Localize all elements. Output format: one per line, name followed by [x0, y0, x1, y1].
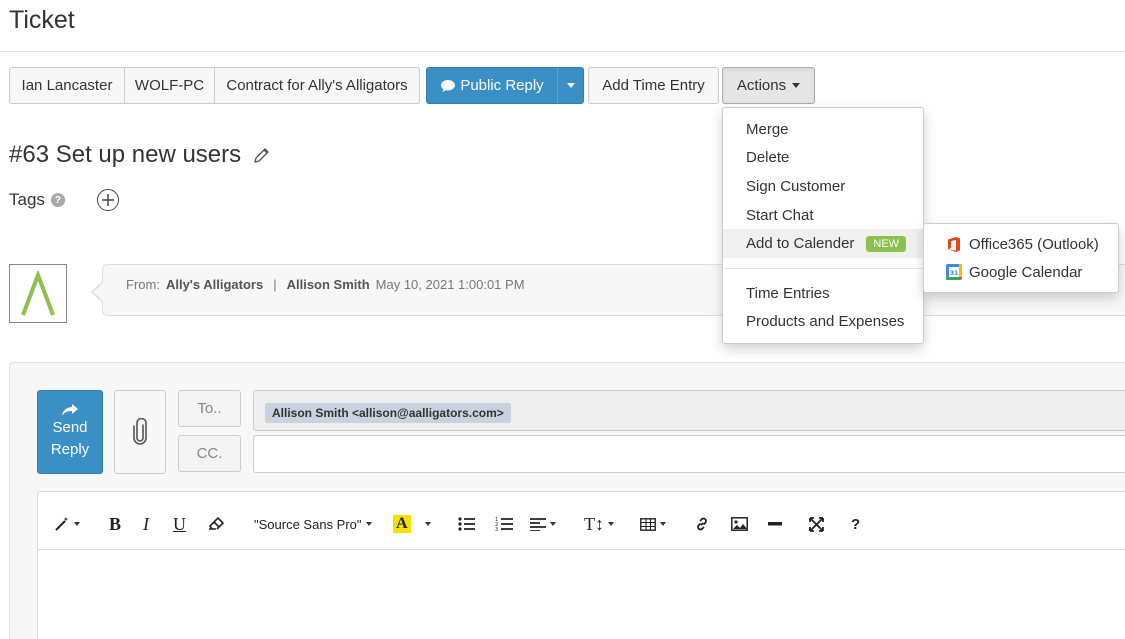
- to-recipients-field[interactable]: Allison Smith <allison@aalligators.com>: [253, 390, 1125, 431]
- cc-button[interactable]: CC.: [178, 435, 241, 472]
- page-title: Ticket: [9, 6, 75, 34]
- font-size-dropdown[interactable]: T↕: [584, 512, 614, 536]
- link-icon[interactable]: [694, 512, 710, 536]
- font-color-dropdown[interactable]: [425, 512, 431, 536]
- highlight-a-icon: A: [393, 515, 411, 533]
- font-family-dropdown[interactable]: "Source Sans Pro": [254, 512, 372, 536]
- text-height-icon: T↕: [584, 513, 604, 534]
- menu-divider: [724, 268, 924, 269]
- help-icon[interactable]: ?: [851, 512, 860, 536]
- chevron-down-icon: [608, 522, 614, 526]
- table-dropdown[interactable]: [640, 512, 666, 536]
- menu-item-start-chat[interactable]: Start Chat: [723, 201, 923, 230]
- google-calendar-icon: 31: [946, 264, 962, 280]
- add-to-calendar-label: Add to Calender: [746, 235, 855, 252]
- svg-text:31: 31: [950, 270, 958, 277]
- actions-label: Actions: [736, 77, 787, 94]
- table-icon: [640, 517, 656, 531]
- paperclip-icon: [133, 418, 147, 445]
- message-person[interactable]: Allison Smith: [287, 277, 370, 292]
- message-company[interactable]: Ally's Alligators: [166, 277, 263, 292]
- chat-bubble-icon: [441, 79, 456, 92]
- attach-file-button[interactable]: [114, 390, 166, 474]
- reply-editor[interactable]: B I U "Source Sans Pro" A 123 T↕ ?: [37, 491, 1125, 639]
- align-left-icon: [530, 518, 546, 531]
- public-reply-dropdown-toggle[interactable]: [557, 67, 584, 104]
- contract-button[interactable]: Contract for Ally's Alligators: [215, 67, 420, 104]
- fullscreen-icon[interactable]: [809, 512, 824, 536]
- ticket-title-row: #63 Set up new users: [9, 141, 270, 169]
- chevron-down-icon: [425, 522, 431, 526]
- google-calendar-label: Google Calendar: [969, 263, 1083, 281]
- ticket-title: #63 Set up new users: [9, 141, 242, 168]
- send-label-2: Reply: [50, 441, 90, 458]
- office365-label: Office365 (Outlook): [969, 235, 1099, 253]
- menu-item-products-expenses[interactable]: Products and Expenses: [723, 307, 923, 336]
- submenu-item-office365[interactable]: Office365 (Outlook): [946, 233, 1099, 255]
- chevron-down-icon: [550, 522, 556, 526]
- bullet-list-icon[interactable]: [458, 512, 475, 536]
- pencil-edit-icon[interactable]: [253, 147, 270, 164]
- horizontal-rule-icon[interactable]: [768, 512, 782, 536]
- submenu-item-google-calendar[interactable]: 31 Google Calendar: [946, 261, 1082, 283]
- image-icon[interactable]: [731, 512, 748, 536]
- new-badge: NEW: [866, 235, 907, 252]
- share-arrow-icon: [62, 404, 78, 416]
- message-meta: From: Ally's Alligators | Allison Smith …: [126, 277, 525, 292]
- message-date: May 10, 2021 1:00:01 PM: [375, 277, 525, 292]
- italic-icon[interactable]: I: [143, 512, 149, 536]
- actions-dropdown-button[interactable]: Actions: [722, 67, 815, 104]
- from-label: From:: [126, 277, 160, 292]
- calendar-submenu: Office365 (Outlook) 31 Google Calendar: [923, 223, 1119, 293]
- avatar: [9, 264, 67, 323]
- svg-text:3: 3: [495, 527, 498, 532]
- tags-row: Tags ?: [9, 189, 119, 211]
- meta-separator: |: [273, 277, 277, 292]
- menu-item-sign-customer[interactable]: Sign Customer: [723, 172, 923, 201]
- help-icon[interactable]: ?: [50, 193, 65, 207]
- font-family-label: "Source Sans Pro": [254, 516, 362, 532]
- editor-toolbar: B I U "Source Sans Pro" A 123 T↕ ?: [38, 492, 1125, 550]
- send-label-1: Send: [52, 419, 88, 436]
- font-color-button[interactable]: A: [393, 512, 411, 536]
- menu-item-merge[interactable]: Merge: [723, 115, 923, 144]
- add-tag-icon[interactable]: [96, 189, 119, 211]
- add-time-entry-button[interactable]: Add Time Entry: [588, 67, 719, 104]
- align-dropdown[interactable]: [530, 512, 556, 536]
- magic-wand-icon: [55, 517, 69, 531]
- style-dropdown[interactable]: [54, 512, 80, 536]
- customer-button[interactable]: Ian Lancaster: [9, 67, 125, 104]
- actions-menu: Merge Delete Sign Customer Start Chat Ad…: [722, 107, 924, 344]
- cc-field[interactable]: [253, 435, 1125, 473]
- eraser-icon[interactable]: [208, 512, 226, 536]
- to-button[interactable]: To..: [178, 390, 241, 427]
- chevron-down-icon: [660, 522, 666, 526]
- asset-button[interactable]: WOLF-PC: [125, 67, 215, 104]
- menu-item-add-to-calendar[interactable]: Add to Calender NEW: [723, 229, 923, 258]
- header-divider: [0, 51, 1125, 52]
- chevron-down-icon: [792, 83, 801, 88]
- office365-icon: [948, 236, 960, 252]
- recipient-chip[interactable]: Allison Smith <allison@aalligators.com>: [265, 403, 511, 423]
- ticket-info-button-group: Ian Lancaster WOLF-PC Contract for Ally'…: [9, 67, 420, 104]
- menu-item-time-entries[interactable]: Time Entries: [723, 279, 923, 308]
- chevron-down-icon: [566, 83, 575, 88]
- numbered-list-icon[interactable]: 123: [495, 512, 513, 536]
- tags-label: Tags: [9, 190, 45, 209]
- chevron-down-icon: [74, 522, 80, 526]
- menu-item-delete[interactable]: Delete: [723, 143, 923, 172]
- public-reply-button[interactable]: Public Reply: [426, 67, 558, 104]
- send-reply-button[interactable]: Send Reply: [37, 390, 103, 474]
- public-reply-label: Public Reply: [460, 77, 544, 94]
- company-logo: [21, 270, 55, 316]
- chevron-down-icon: [365, 522, 372, 526]
- bold-icon[interactable]: B: [109, 512, 121, 536]
- underline-icon[interactable]: U: [173, 512, 186, 536]
